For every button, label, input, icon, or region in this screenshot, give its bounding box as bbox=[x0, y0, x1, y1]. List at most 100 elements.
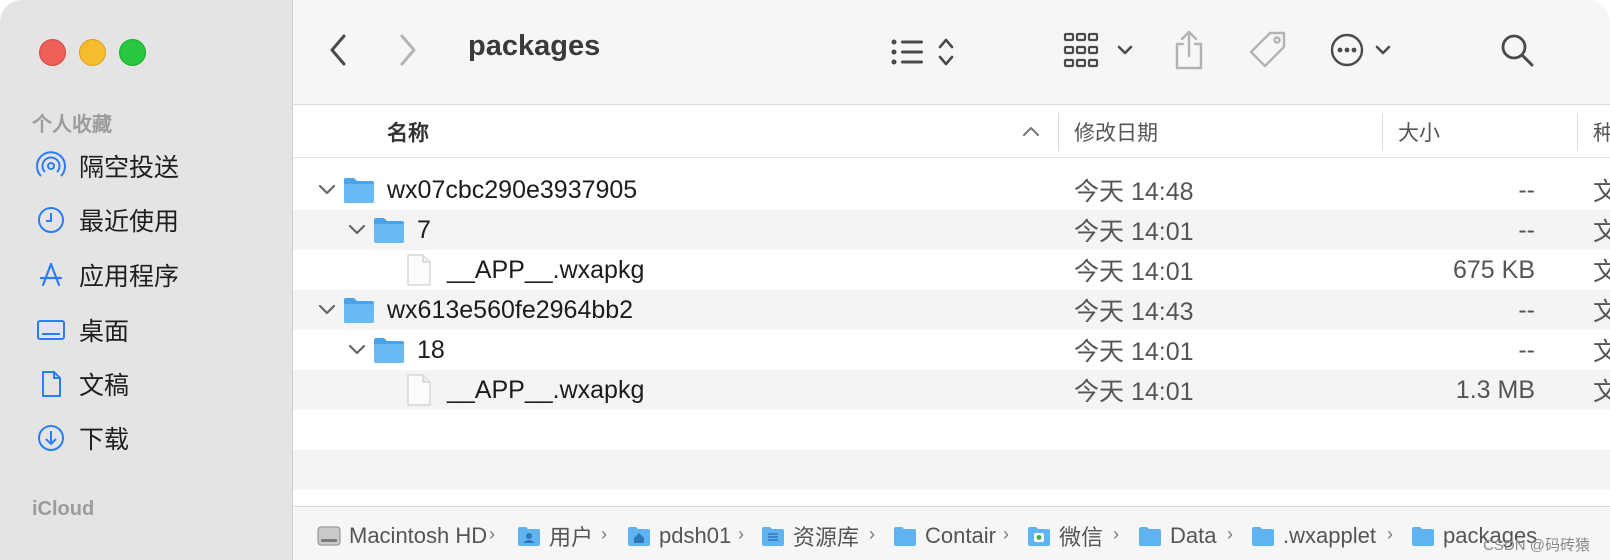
disclosure-chevron-down-icon[interactable] bbox=[343, 216, 371, 244]
table-row[interactable]: __APP__.wxapkg 今天 14:01 1.3 MB 文 bbox=[293, 370, 1610, 410]
sidebar-item-downloads[interactable]: 下载 bbox=[34, 418, 274, 458]
list-view-icon bbox=[891, 38, 954, 66]
folder-icon bbox=[1138, 525, 1162, 547]
chevron-right-icon bbox=[400, 34, 416, 66]
sidebar-item-label: 文稿 bbox=[79, 372, 130, 400]
column-name-header[interactable]: 名称 bbox=[387, 117, 429, 147]
tag-icon bbox=[1249, 31, 1286, 68]
finder-window: 个人收藏 隔空投送 最近使用 应用程序 桌面 文稿 下载 iCloud pack… bbox=[0, 0, 1610, 560]
file-kind: 文 bbox=[1593, 298, 1610, 326]
path-item-home[interactable]: pdsh01 bbox=[627, 521, 731, 551]
chevron-right-icon: › bbox=[489, 524, 495, 544]
folder-icon bbox=[343, 294, 375, 326]
sidebar-item-documents[interactable]: 文稿 bbox=[34, 364, 274, 404]
folder-icon bbox=[893, 525, 917, 547]
sidebar-item-applications[interactable]: 应用程序 bbox=[34, 255, 274, 295]
table-row[interactable]: 18 今天 14:01 -- 文 bbox=[293, 330, 1610, 370]
sidebar-item-desktop[interactable]: 桌面 bbox=[34, 310, 274, 350]
zoom-window-button[interactable] bbox=[119, 39, 146, 66]
path-item-library[interactable]: 资源库 bbox=[761, 521, 859, 551]
search-button[interactable] bbox=[1497, 30, 1537, 70]
folder-icon bbox=[1251, 525, 1275, 547]
path-item-users[interactable]: 用户 bbox=[517, 521, 593, 551]
path-item-containers[interactable]: Contair bbox=[893, 521, 996, 551]
folder-icon bbox=[343, 174, 375, 206]
file-size: -- bbox=[1518, 335, 1535, 364]
modified-date: 今天 14:01 bbox=[1074, 338, 1194, 366]
path-item-wechat[interactable]: 微信 bbox=[1027, 521, 1103, 551]
folder-icon bbox=[1411, 525, 1435, 547]
airdrop-icon bbox=[34, 149, 68, 183]
file-size: -- bbox=[1518, 215, 1535, 244]
file-kind: 文 bbox=[1593, 338, 1610, 366]
users-folder-icon bbox=[517, 525, 541, 547]
chevron-down-icon bbox=[1117, 45, 1133, 55]
close-window-button[interactable] bbox=[39, 39, 66, 66]
column-kind-header[interactable]: 种 bbox=[1593, 117, 1610, 147]
disclosure-chevron-down-icon[interactable] bbox=[313, 176, 341, 204]
empty-row-stripe bbox=[293, 450, 1610, 490]
file-name: __APP__.wxapkg bbox=[447, 375, 645, 404]
file-name: 7 bbox=[417, 215, 431, 244]
file-size: -- bbox=[1518, 175, 1535, 204]
tag-button[interactable] bbox=[1247, 28, 1289, 72]
chevron-right-icon: › bbox=[1003, 524, 1009, 544]
path-item-wxapplet[interactable]: .wxapplet bbox=[1251, 521, 1376, 551]
column-date-header[interactable]: 修改日期 bbox=[1074, 117, 1158, 147]
view-options-button[interactable] bbox=[890, 32, 970, 72]
table-row[interactable]: wx613e560fe2964bb2 今天 14:43 -- 文 bbox=[293, 290, 1610, 330]
chevron-right-icon: › bbox=[869, 524, 875, 544]
disclosure-chevron-down-icon[interactable] bbox=[313, 296, 341, 324]
path-item-label: Contair bbox=[925, 523, 996, 548]
sidebar-item-recents[interactable]: 最近使用 bbox=[34, 200, 274, 240]
column-size-header[interactable]: 大小 bbox=[1398, 117, 1440, 147]
chevron-right-icon: › bbox=[1387, 524, 1393, 544]
table-row[interactable]: 7 今天 14:01 -- 文 bbox=[293, 210, 1610, 250]
share-button[interactable] bbox=[1171, 28, 1207, 72]
forward-button[interactable] bbox=[393, 30, 423, 70]
document-icon bbox=[34, 367, 68, 401]
column-divider[interactable] bbox=[1577, 113, 1578, 151]
sidebar-item-label: 下载 bbox=[79, 426, 130, 454]
path-item-label: Macintosh HD bbox=[349, 523, 488, 548]
watermark: CSDN @码砖猿 bbox=[1483, 537, 1590, 554]
path-item-macintosh-hd[interactable]: Macintosh HD bbox=[317, 521, 487, 551]
back-button[interactable] bbox=[323, 30, 353, 70]
modified-date: 今天 14:48 bbox=[1074, 178, 1194, 206]
column-divider[interactable] bbox=[1382, 113, 1383, 151]
clock-icon bbox=[34, 203, 68, 237]
library-folder-icon bbox=[761, 525, 785, 547]
table-row[interactable]: wx07cbc290e3937905 今天 14:48 -- 文 bbox=[293, 170, 1610, 210]
path-item-label: 资源库 bbox=[793, 525, 860, 550]
favorites-heading: 个人收藏 bbox=[32, 114, 112, 136]
file-name: wx613e560fe2964bb2 bbox=[387, 295, 634, 324]
minimize-window-button[interactable] bbox=[79, 39, 106, 66]
folder-icon bbox=[373, 334, 405, 366]
modified-date: 今天 14:01 bbox=[1074, 378, 1194, 406]
table-row[interactable]: __APP__.wxapkg 今天 14:01 675 KB 文 bbox=[293, 250, 1610, 290]
sidebar-item-label: 最近使用 bbox=[79, 208, 180, 236]
file-size: 675 KB bbox=[1452, 255, 1535, 284]
ellipsis-circle-icon bbox=[1330, 33, 1391, 67]
generic-file-icon bbox=[403, 374, 435, 406]
more-actions-button[interactable] bbox=[1329, 30, 1397, 70]
chevron-right-icon: › bbox=[1113, 524, 1119, 544]
sidebar-item-label: 隔空投送 bbox=[79, 154, 180, 182]
share-icon bbox=[1175, 30, 1203, 70]
column-header: 名称 修改日期 大小 种 bbox=[293, 105, 1610, 158]
path-item-label: 微信 bbox=[1059, 525, 1104, 550]
group-button[interactable] bbox=[1063, 30, 1135, 70]
file-name: __APP__.wxapkg bbox=[447, 255, 645, 284]
chevron-left-icon bbox=[330, 34, 346, 66]
sidebar-item-airdrop[interactable]: 隔空投送 bbox=[34, 146, 274, 186]
column-divider[interactable] bbox=[1058, 113, 1059, 151]
path-item-data[interactable]: Data bbox=[1138, 521, 1216, 551]
file-kind: 文 bbox=[1593, 258, 1610, 286]
disclosure-chevron-down-icon[interactable] bbox=[343, 336, 371, 364]
chevron-right-icon: › bbox=[738, 524, 744, 544]
icloud-heading: iCloud bbox=[32, 498, 95, 520]
file-size: -- bbox=[1518, 295, 1535, 324]
chevron-right-icon: › bbox=[1227, 524, 1233, 544]
download-icon bbox=[34, 421, 68, 455]
modified-date: 今天 14:01 bbox=[1074, 218, 1194, 246]
